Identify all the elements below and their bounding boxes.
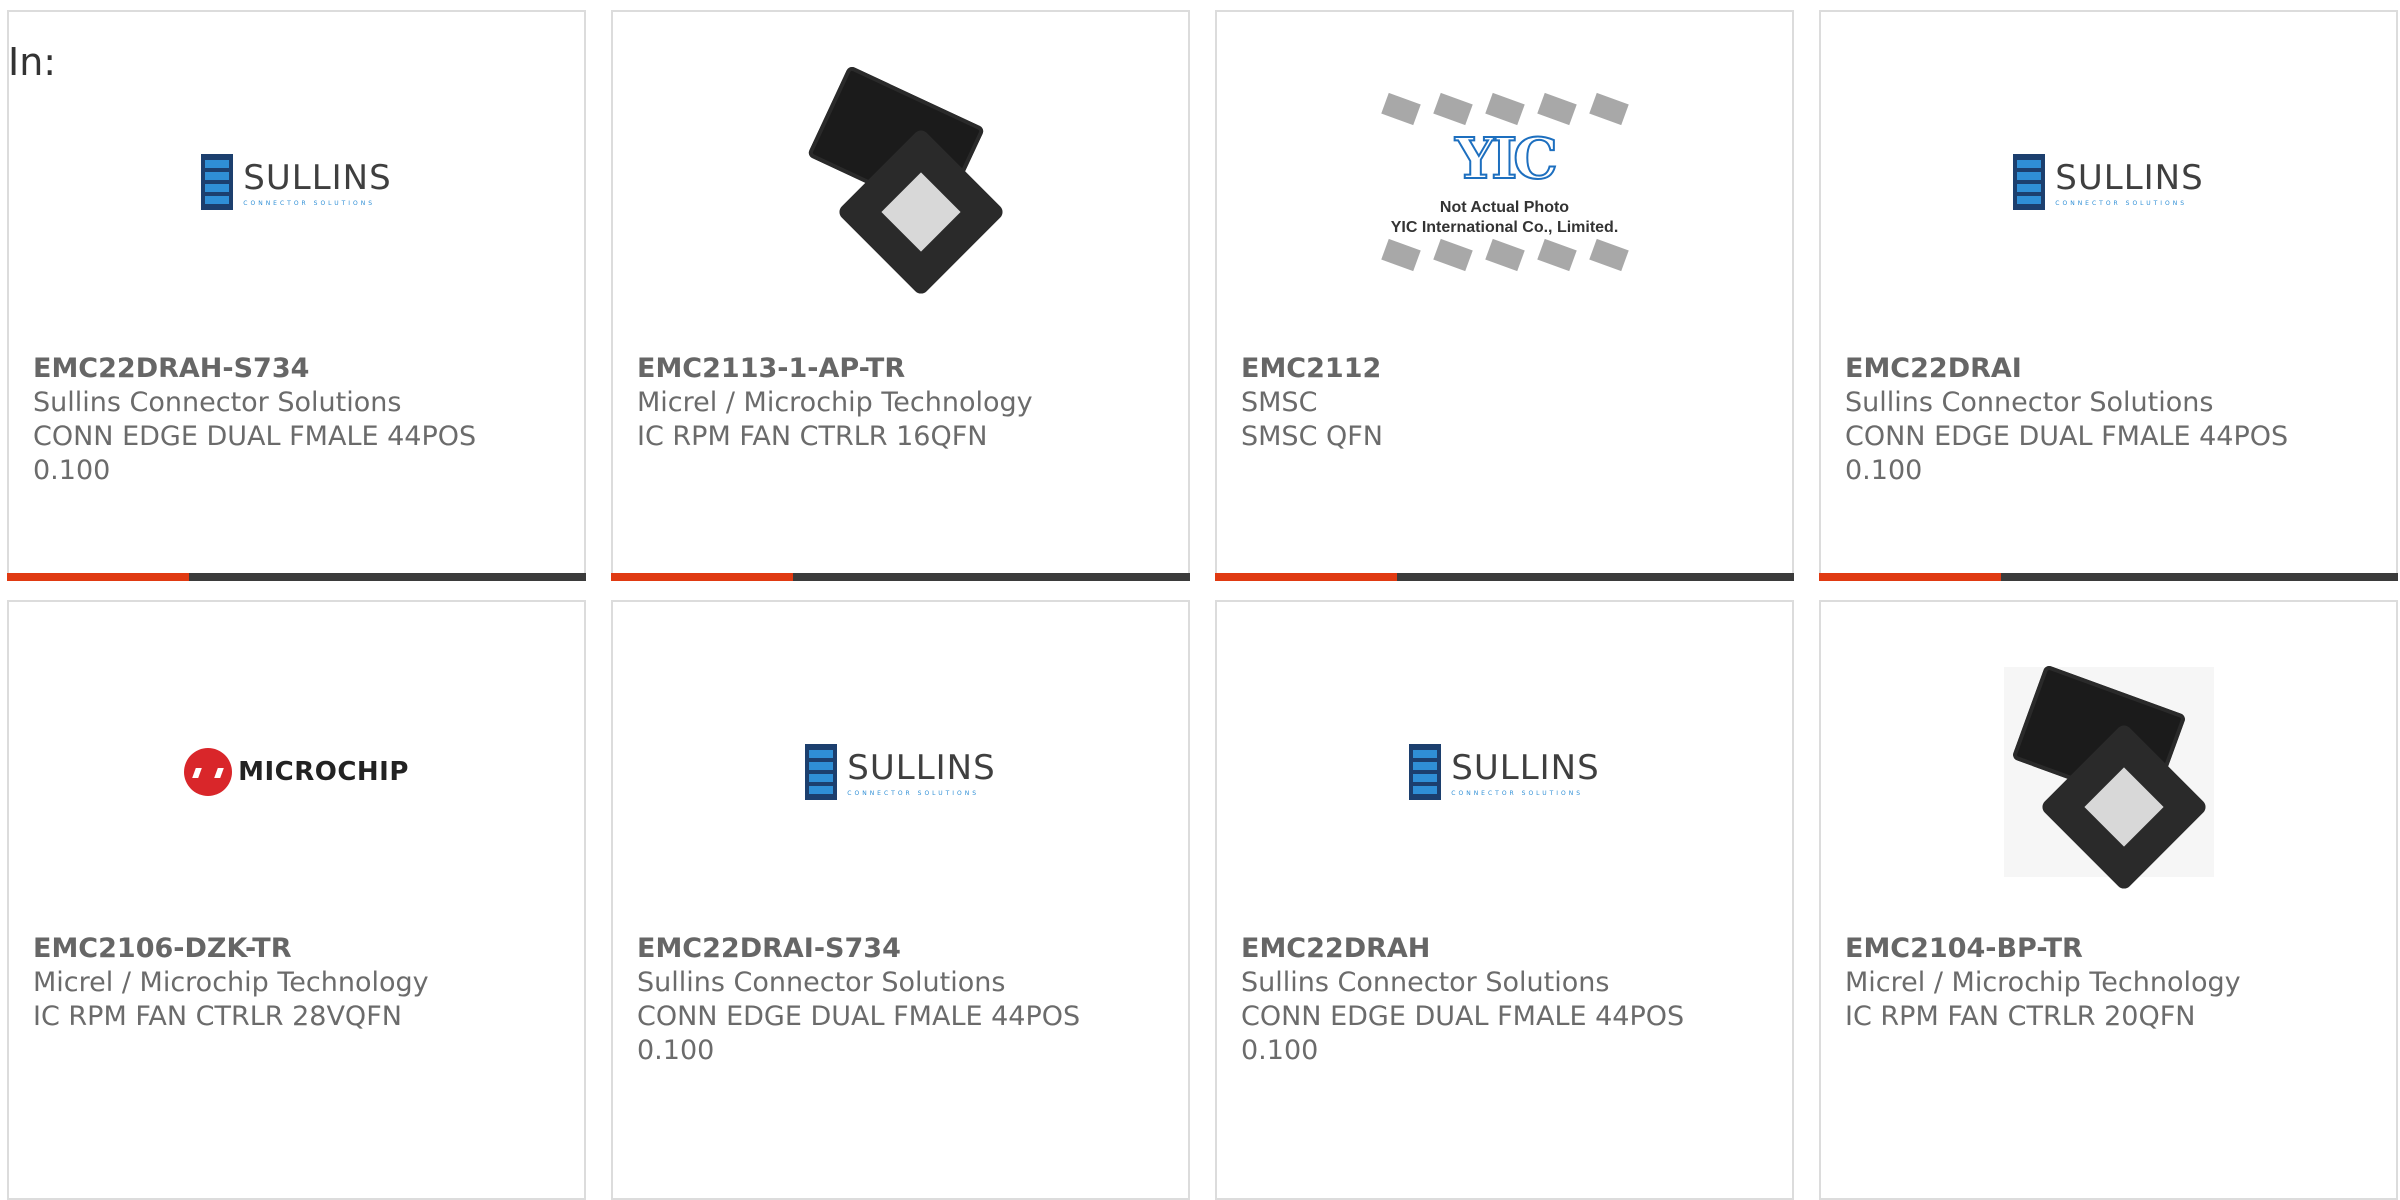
product-card[interactable]: SULLINS CONNECTOR SOLUTIONS EMC22DRAH-S7… [7, 10, 586, 581]
description-extra: 0.100 [33, 455, 111, 486]
product-card[interactable]: SULLINS CONNECTOR SOLUTIONS EMC22DRAI-S7… [611, 600, 1190, 1200]
part-number-link[interactable]: EMC2113-1-AP-TR [637, 352, 1168, 386]
product-image[interactable]: SULLINS CONNECTOR SOLUTIONS [152, 52, 442, 312]
description: CONN EDGE DUAL FMALE 44POS [1845, 421, 2289, 452]
part-number-link[interactable]: EMC2112 [1241, 352, 1772, 386]
sullins-logo: SULLINS CONNECTOR SOLUTIONS [201, 154, 391, 210]
product-card[interactable]: MICROCHIP EMC2106-DZK-TR Micrel / Microc… [7, 600, 586, 1200]
yic-placeholder-image: YIC Not Actual Photo YIC International Co… [1380, 92, 1629, 272]
product-card[interactable]: EMC2104-BP-TR Micrel / Microchip Technol… [1819, 600, 2398, 1200]
product-card[interactable]: SULLINS CONNECTOR SOLUTIONS EMC22DRAH Su… [1215, 600, 1794, 1200]
description-extra: 0.100 [637, 1035, 715, 1066]
card-footer-bar [1215, 573, 1794, 581]
part-number-link[interactable]: EMC2106-DZK-TR [33, 932, 564, 966]
product-image[interactable] [756, 52, 1046, 312]
manufacturer: Micrel / Microchip Technology [637, 387, 1033, 418]
product-image[interactable]: YIC Not Actual Photo YIC International Co… [1360, 52, 1650, 312]
sullins-logo: SULLINS CONNECTOR SOLUTIONS [2013, 154, 2203, 210]
filter-label: In: [8, 40, 57, 84]
product-card[interactable]: SULLINS CONNECTOR SOLUTIONS EMC22DRAI Su… [1819, 10, 2398, 581]
manufacturer: Sullins Connector Solutions [1845, 387, 2214, 418]
part-number-link[interactable]: EMC22DRAH [1241, 932, 1772, 966]
description: CONN EDGE DUAL FMALE 44POS [1241, 1001, 1685, 1032]
product-image[interactable]: SULLINS CONNECTOR SOLUTIONS [1964, 52, 2254, 312]
product-card[interactable]: YIC Not Actual Photo YIC International Co… [1215, 10, 1794, 581]
description-extra: 0.100 [1241, 1035, 1319, 1066]
part-number-link[interactable]: EMC22DRAI-S734 [637, 932, 1168, 966]
manufacturer: Sullins Connector Solutions [1241, 967, 1610, 998]
description: IC RPM FAN CTRLR 28VQFN [33, 1001, 402, 1032]
product-image[interactable]: SULLINS CONNECTOR SOLUTIONS [1360, 642, 1650, 902]
description: IC RPM FAN CTRLR 20QFN [1845, 1001, 2196, 1032]
product-grid: SULLINS CONNECTOR SOLUTIONS EMC22DRAH-S7… [0, 0, 2400, 1200]
product-card[interactable]: EMC2113-1-AP-TR Micrel / Microchip Techn… [611, 10, 1190, 581]
sullins-logo: SULLINS CONNECTOR SOLUTIONS [805, 744, 995, 800]
description: SMSC QFN [1241, 421, 1383, 452]
description: CONN EDGE DUAL FMALE 44POS [637, 1001, 1081, 1032]
product-image[interactable] [1964, 642, 2254, 902]
product-image[interactable]: SULLINS CONNECTOR SOLUTIONS [756, 642, 1046, 902]
manufacturer: Sullins Connector Solutions [637, 967, 1006, 998]
card-footer-bar [611, 573, 1190, 581]
description: CONN EDGE DUAL FMALE 44POS [33, 421, 477, 452]
card-footer-bar [7, 573, 586, 581]
description: IC RPM FAN CTRLR 16QFN [637, 421, 988, 452]
part-number-link[interactable]: EMC22DRAI [1845, 352, 2376, 386]
manufacturer: Sullins Connector Solutions [33, 387, 402, 418]
manufacturer: Micrel / Microchip Technology [1845, 967, 2241, 998]
part-number-link[interactable]: EMC22DRAH-S734 [33, 352, 564, 386]
card-footer-bar [1819, 573, 2398, 581]
product-image[interactable]: MICROCHIP [152, 642, 442, 902]
part-number-link[interactable]: EMC2104-BP-TR [1845, 932, 2376, 966]
qfn-chip-icon [801, 64, 1006, 297]
manufacturer: SMSC [1241, 387, 1318, 418]
microchip-logo: MICROCHIP [184, 748, 409, 796]
manufacturer: Micrel / Microchip Technology [33, 967, 429, 998]
description-extra: 0.100 [1845, 455, 1923, 486]
qfn-chip-icon [2003, 664, 2214, 892]
sullins-logo: SULLINS CONNECTOR SOLUTIONS [1409, 744, 1599, 800]
